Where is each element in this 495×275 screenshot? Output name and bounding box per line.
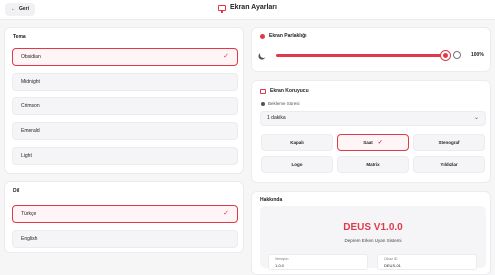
screensaver-option-label: Yıldızlar bbox=[440, 162, 458, 167]
theme-option-label: Midnight bbox=[21, 79, 40, 85]
language-option-english[interactable]: English bbox=[12, 230, 238, 248]
product-title: DEUS V1.0.0 bbox=[343, 222, 403, 233]
theme-option-obsidian[interactable]: Obsidian ✓ bbox=[12, 48, 238, 66]
about-title: Hakkında bbox=[260, 197, 283, 203]
product-subtitle: Deprem Erken Uyarı Sistemi bbox=[344, 238, 402, 243]
wait-time-value: 1 dakika bbox=[267, 115, 286, 121]
screensaver-option-kapali[interactable]: Kapalı bbox=[261, 134, 333, 151]
theme-option-crimson[interactable]: Crimson bbox=[12, 97, 238, 115]
screensaver-option-matrix[interactable]: Matrix bbox=[337, 156, 409, 173]
top-bar: ← Geri Ekran Ayarları bbox=[0, 0, 495, 20]
theme-option-emerald[interactable]: Emerald bbox=[12, 122, 238, 140]
screensaver-option-label: Matrix bbox=[366, 162, 380, 167]
device-value: DEUS-01 bbox=[384, 263, 401, 268]
language-title: Dil bbox=[13, 188, 20, 194]
screensaver-option-saat[interactable]: Saat ✓ bbox=[337, 134, 409, 151]
screensaver-option-logo[interactable]: Logo bbox=[261, 156, 333, 173]
device-card: Cihaz ID DEUS-01 bbox=[377, 254, 477, 270]
version-label: Versiyon bbox=[275, 257, 289, 261]
check-icon: ✓ bbox=[377, 140, 383, 146]
screensaver-option-label: Logo bbox=[291, 162, 303, 167]
theme-option-label: Light bbox=[21, 153, 32, 159]
language-panel: Dil Türkçe ✓ English bbox=[4, 181, 244, 253]
theme-option-label: Crimson bbox=[21, 103, 40, 109]
version-value: 1.0.0 bbox=[275, 263, 284, 268]
wait-time-label: Bekleme Süresi bbox=[268, 101, 300, 106]
screensaver-option-label: Kapalı bbox=[290, 140, 304, 145]
device-label: Cihaz ID bbox=[384, 257, 398, 261]
brightness-slider-thumb[interactable] bbox=[441, 51, 450, 60]
monitor-icon bbox=[218, 4, 227, 13]
check-icon: ✓ bbox=[223, 53, 229, 60]
theme-option-label: Obsidian bbox=[21, 54, 41, 60]
screensaver-option-yildizlar[interactable]: Yıldızlar bbox=[413, 156, 485, 173]
screensaver-option-label: Saat bbox=[363, 140, 373, 145]
theme-title: Tema bbox=[13, 34, 26, 40]
brightness-title-text: Ekran Parlaklığı bbox=[269, 33, 307, 39]
check-icon: ✓ bbox=[223, 210, 229, 217]
page-title-text: Ekran Ayarları bbox=[230, 4, 277, 11]
theme-option-midnight[interactable]: Midnight bbox=[12, 73, 238, 91]
theme-option-light[interactable]: Light bbox=[12, 147, 238, 165]
brightness-icon bbox=[260, 33, 265, 39]
theme-option-label: Emerald bbox=[21, 128, 40, 134]
page-title: Ekran Ayarları bbox=[0, 4, 495, 13]
screensaver-title: Ekran Koruyucu bbox=[260, 88, 309, 94]
clock-icon bbox=[261, 102, 265, 106]
version-card: Versiyon 1.0.0 bbox=[268, 254, 368, 270]
brightness-title: Ekran Parlaklığı bbox=[260, 33, 307, 39]
language-option-label: English bbox=[21, 236, 38, 242]
screensaver-option-label: Stenograf bbox=[438, 140, 460, 145]
chevron-down-icon: ⌄ bbox=[473, 115, 479, 121]
screensaver-title-text: Ekran Koruyucu bbox=[270, 88, 309, 94]
theme-panel: Tema Obsidian ✓ Midnight Crimson Emerald… bbox=[4, 27, 244, 174]
screensaver-option-stenograf[interactable]: Stenograf bbox=[413, 134, 485, 151]
language-option-label: Türkçe bbox=[21, 211, 37, 217]
sun-icon bbox=[453, 51, 461, 59]
brightness-value: 100% bbox=[471, 52, 484, 58]
about-card: DEUS V1.0.0 Deprem Erken Uyarı Sistemi V… bbox=[260, 206, 486, 270]
wait-time-select[interactable]: 1 dakika ⌄ bbox=[260, 111, 486, 126]
language-option-turkce[interactable]: Türkçe ✓ bbox=[12, 205, 238, 223]
screensaver-icon bbox=[260, 88, 266, 94]
brightness-slider-track[interactable] bbox=[276, 54, 444, 57]
